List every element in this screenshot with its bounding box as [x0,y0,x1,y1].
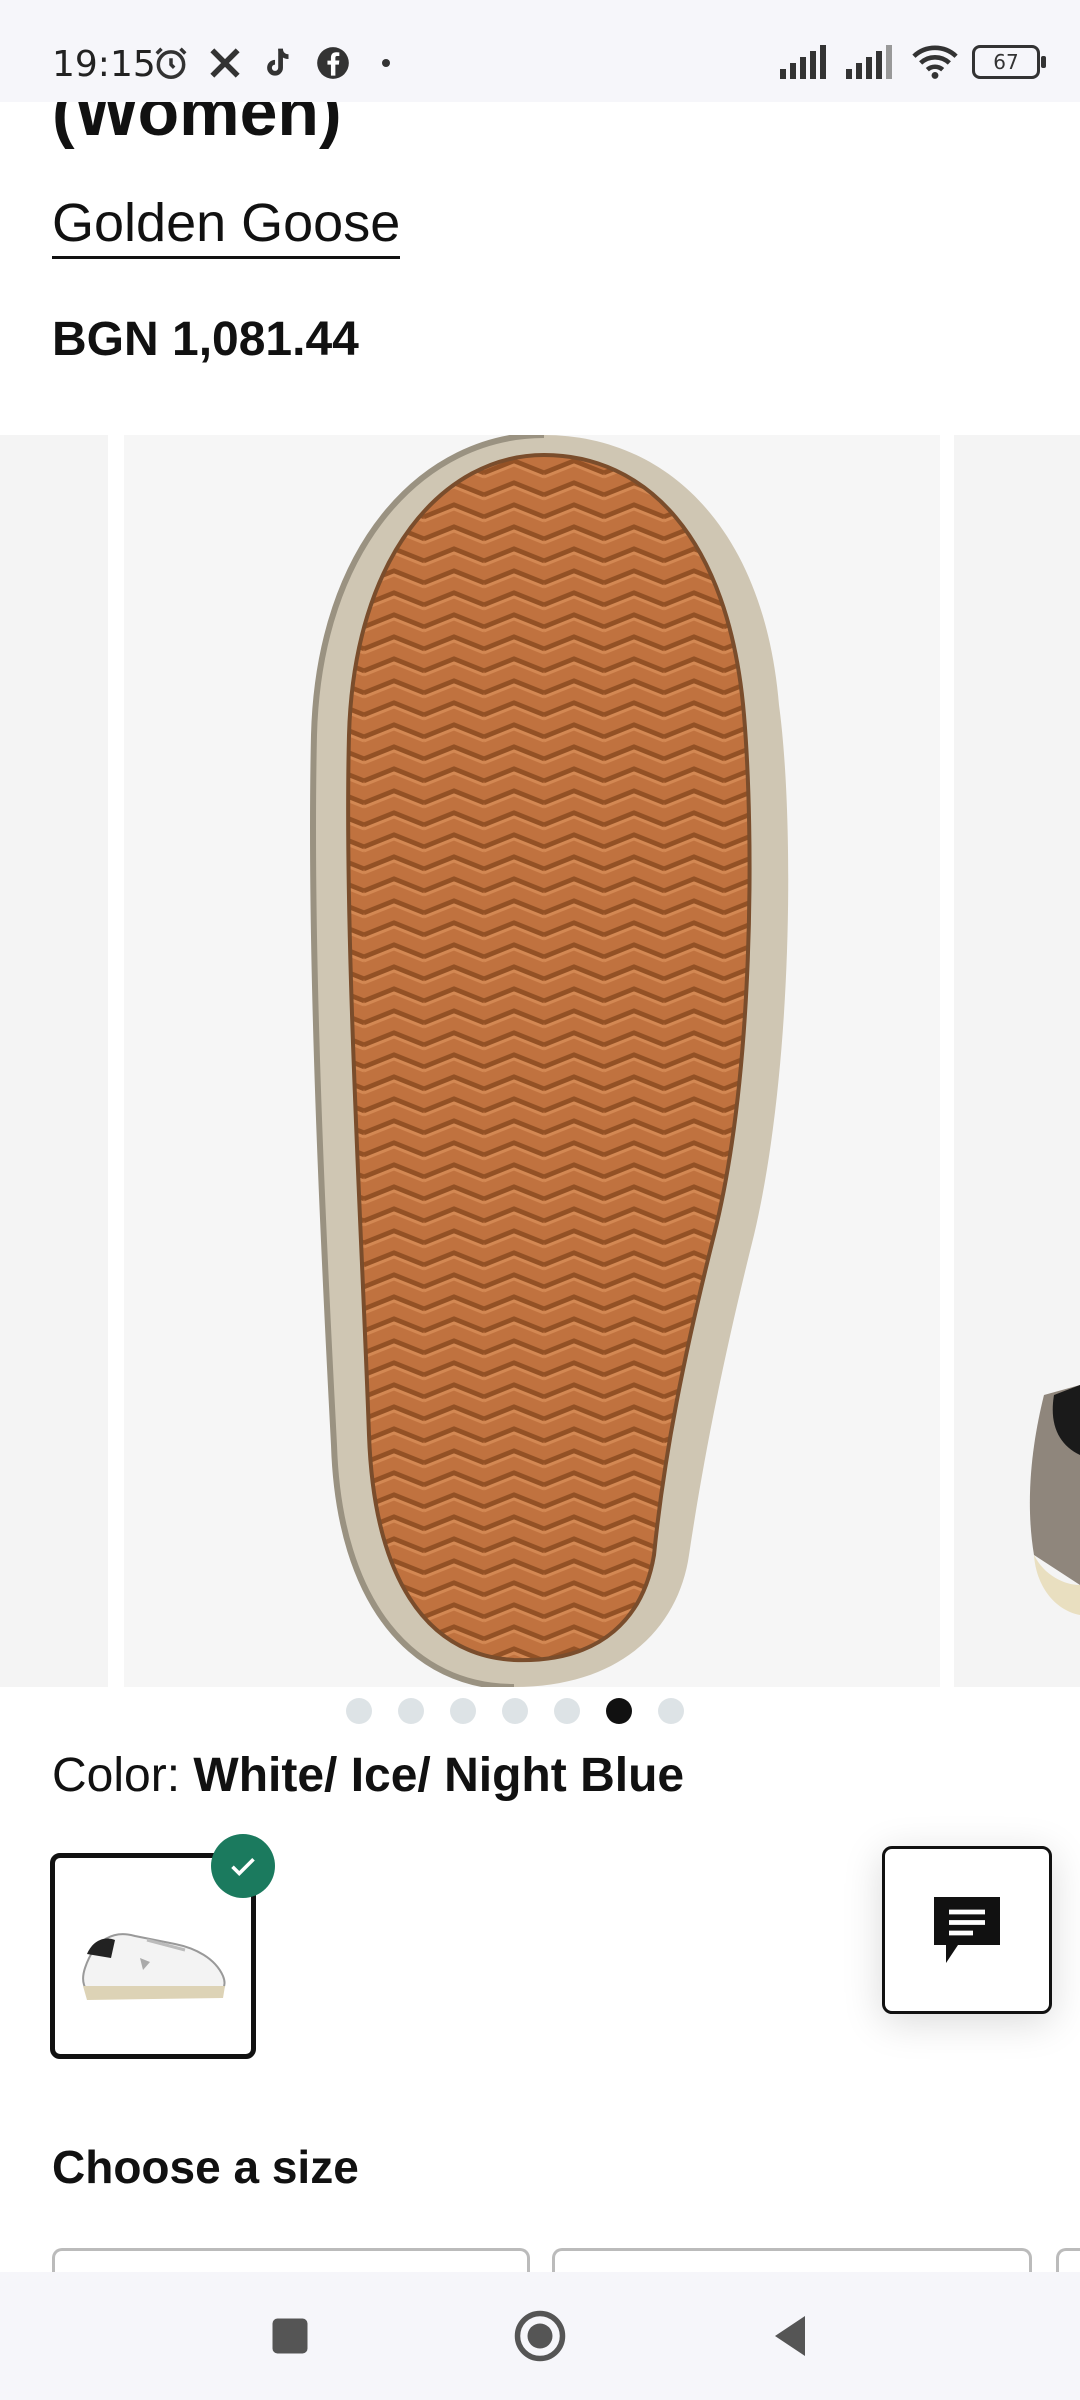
pagination-dot[interactable] [450,1698,476,1724]
brand-link[interactable]: Golden Goose [52,192,401,259]
x-icon [210,48,240,78]
selected-check-icon [211,1834,275,1898]
pagination-dot[interactable] [554,1698,580,1724]
shoe-sole-image [124,435,940,1687]
color-swatch-selected[interactable] [50,1834,275,2059]
alarm-icon [155,47,187,79]
pagination-dot[interactable] [398,1698,424,1724]
pagination-dot-active[interactable] [606,1698,632,1724]
facebook-icon [317,47,349,79]
carousel-slide-current[interactable] [124,435,940,1687]
battery-icon: 67 [972,45,1046,79]
pagination-dot[interactable] [658,1698,684,1724]
status-time: 19:15 [52,44,156,85]
product-price: BGN 1,081.44 [52,313,359,366]
status-notification-icons [152,44,390,82]
shoe-side-image [954,435,1080,1687]
chat-button[interactable] [882,1846,1052,2014]
back-icon[interactable] [760,2306,820,2366]
tiktok-icon [267,48,289,76]
status-system-icons: 67 [780,44,1046,80]
status-bar: 19:15 67 [0,0,1080,102]
carousel-slide-next[interactable] [954,435,1080,1687]
signal-icon [780,45,826,79]
pagination-dot[interactable] [502,1698,528,1724]
size-heading: Choose a size [52,2141,359,2193]
recent-apps-icon[interactable] [260,2306,320,2366]
color-value: White/ Ice/ Night Blue [193,1749,685,1802]
chat-icon [934,1897,1000,1963]
system-nav-bar [0,2272,1080,2400]
carousel-slide-previous[interactable] [0,435,108,1687]
home-icon[interactable] [510,2306,570,2366]
product-image-carousel[interactable] [0,435,1080,1687]
color-label: Color: White/ Ice/ Night Blue [52,1748,684,1803]
carousel-pagination [346,1698,684,1724]
signal-icon [846,45,892,79]
pagination-dot[interactable] [346,1698,372,1724]
battery-level: 67 [993,50,1019,74]
wifi-icon [912,45,958,79]
status-more-dot [382,59,390,67]
color-label-prefix: Color: [52,1749,181,1802]
